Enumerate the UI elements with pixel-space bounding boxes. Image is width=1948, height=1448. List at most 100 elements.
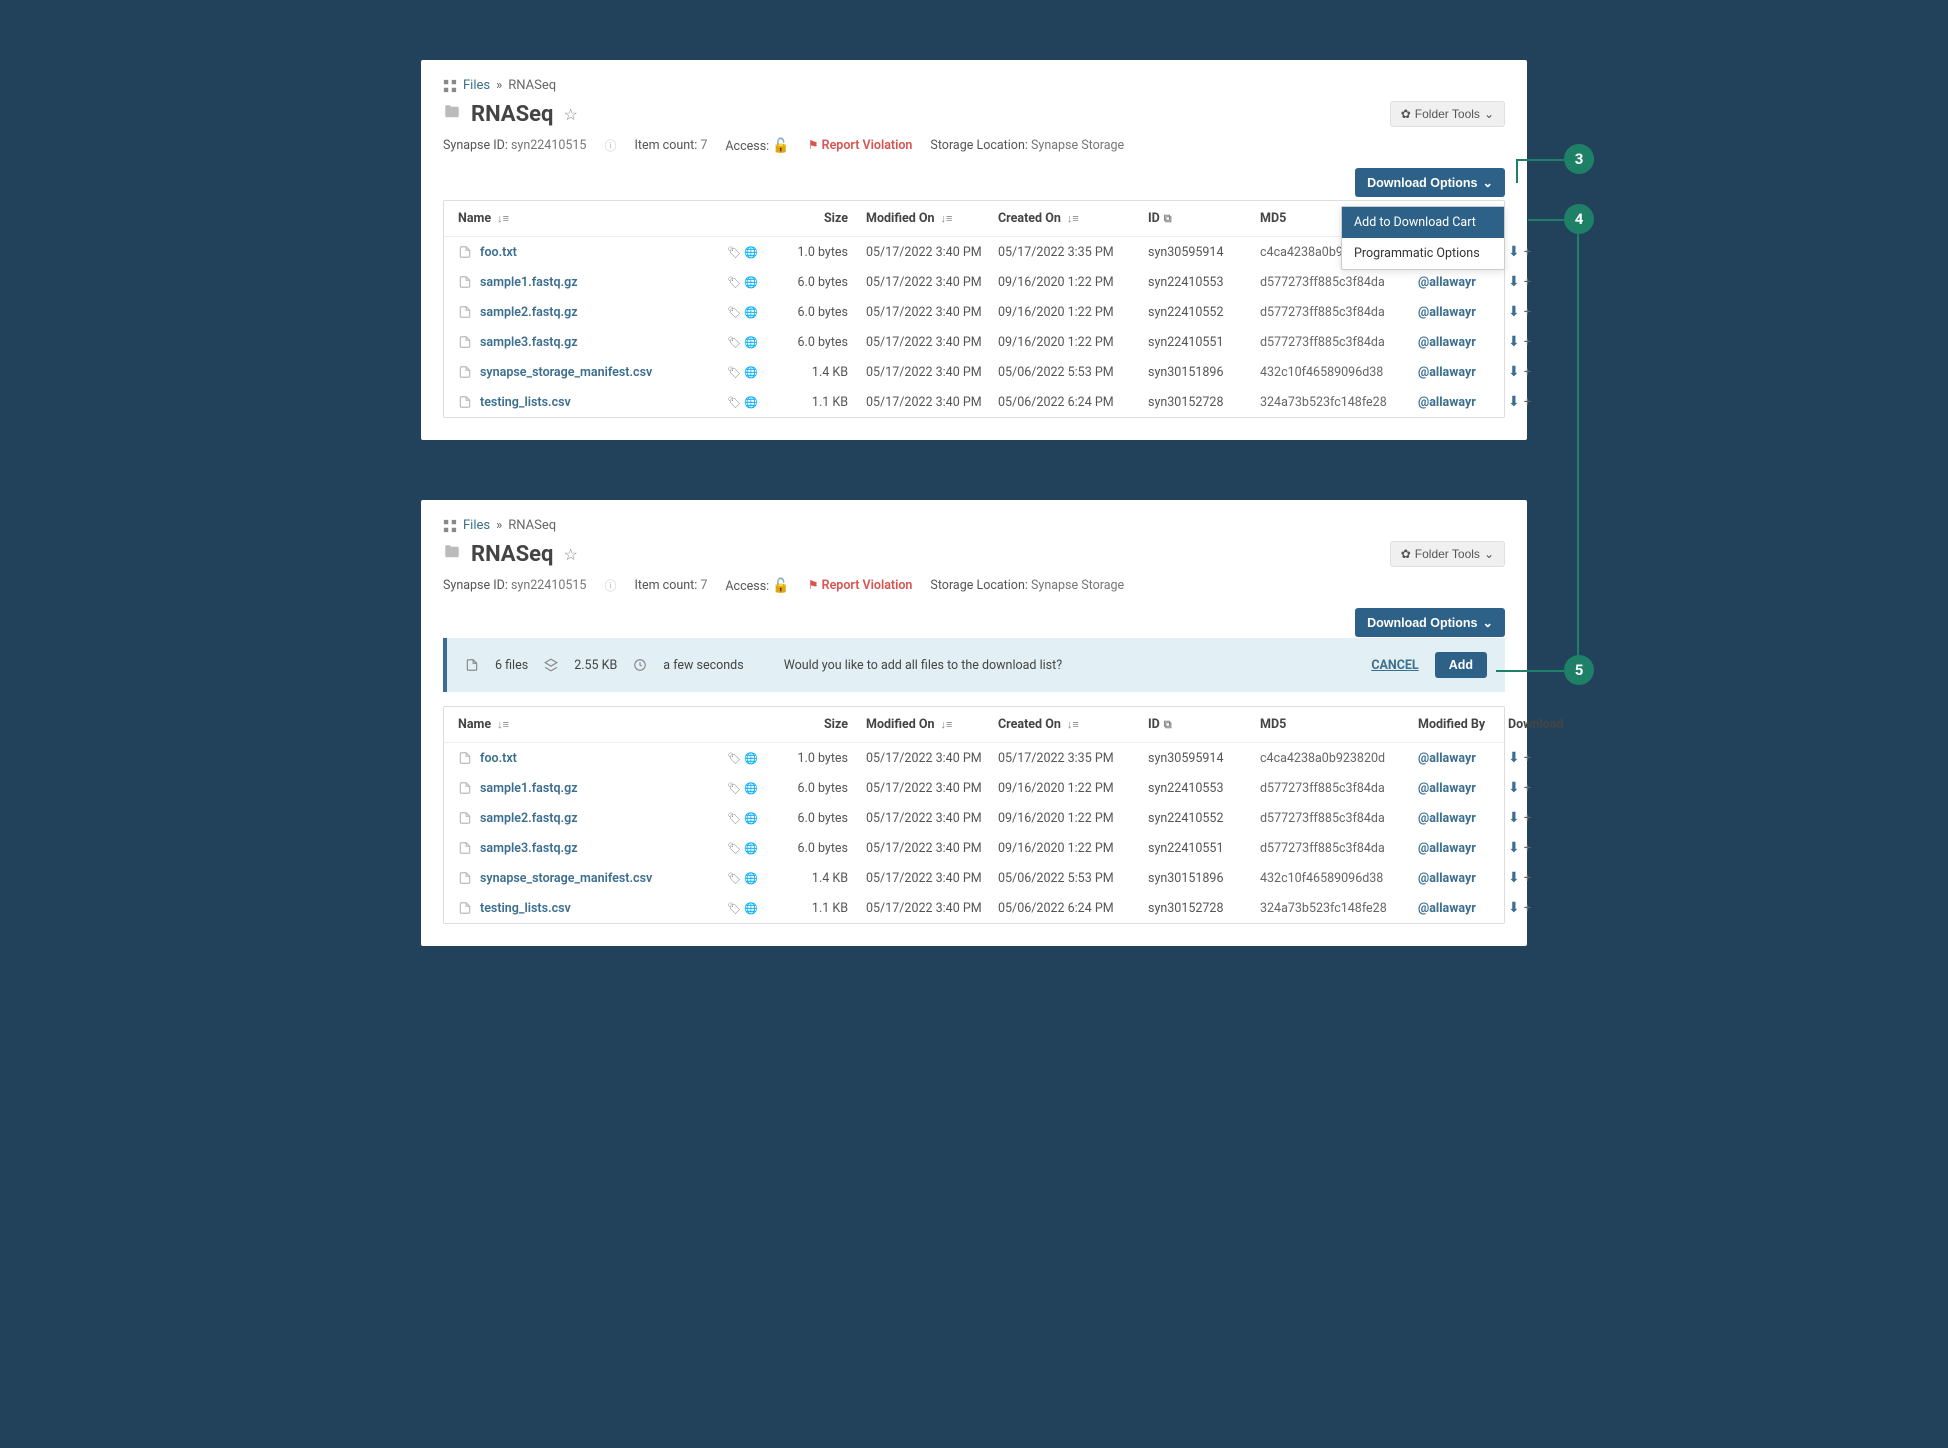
globe-icon[interactable]: 🌐	[744, 812, 758, 825]
user-link[interactable]: @allawayr	[1418, 871, 1476, 886]
file-name-link[interactable]: testing_lists.csv	[480, 395, 571, 410]
globe-icon[interactable]: 🌐	[744, 246, 758, 259]
copy-icon[interactable]: ⧉	[1164, 212, 1172, 226]
sort-icon[interactable]: ↓≡	[941, 212, 953, 225]
file-name-link[interactable]: sample3.fastq.gz	[480, 335, 578, 350]
folder-tools-button[interactable]: ✿ Folder Tools ⌄	[1390, 541, 1505, 567]
add-icon[interactable]: +	[1524, 871, 1531, 886]
file-name-link[interactable]: sample3.fastq.gz	[480, 841, 578, 856]
user-link[interactable]: @allawayr	[1418, 811, 1476, 826]
add-icon[interactable]: +	[1524, 841, 1531, 856]
download-icon[interactable]: ⬇	[1508, 810, 1520, 826]
user-link[interactable]: @allawayr	[1418, 275, 1476, 290]
file-name-link[interactable]: sample1.fastq.gz	[480, 781, 578, 796]
file-name-link[interactable]: testing_lists.csv	[480, 901, 571, 916]
tag-icon[interactable]: 🏷	[727, 336, 741, 349]
breadcrumb-root[interactable]: Files	[463, 78, 490, 93]
download-icon[interactable]: ⬇	[1508, 364, 1520, 380]
breadcrumb-root[interactable]: Files	[463, 518, 490, 533]
add-icon[interactable]: +	[1524, 365, 1531, 380]
file-name-link[interactable]: sample2.fastq.gz	[480, 811, 578, 826]
tag-icon[interactable]: 🏷	[727, 902, 741, 915]
user-link[interactable]: @allawayr	[1418, 305, 1476, 320]
user-link[interactable]: @allawayr	[1418, 751, 1476, 766]
download-options-button[interactable]: Download Options ⌄	[1355, 168, 1505, 197]
user-link[interactable]: @allawayr	[1418, 395, 1476, 410]
download-icon[interactable]: ⬇	[1508, 900, 1520, 916]
dropdown-programmatic[interactable]: Programmatic Options	[1342, 238, 1504, 269]
download-options-button[interactable]: Download Options ⌄	[1355, 608, 1505, 637]
add-icon[interactable]: +	[1524, 811, 1531, 826]
cell-md5: c4ca4238a0b923820d	[1260, 750, 1418, 765]
chevron-down-icon: ⌄	[1484, 107, 1494, 121]
add-icon[interactable]: +	[1524, 781, 1531, 796]
file-name-link[interactable]: sample1.fastq.gz	[480, 275, 578, 290]
favorite-star-icon[interactable]: ☆	[563, 105, 577, 124]
tag-icon[interactable]: 🏷	[727, 366, 741, 379]
globe-icon[interactable]: 🌐	[744, 872, 758, 885]
tag-icon[interactable]: 🏷	[727, 752, 741, 765]
add-icon[interactable]: +	[1524, 751, 1531, 766]
download-icon[interactable]: ⬇	[1508, 750, 1520, 766]
user-link[interactable]: @allawayr	[1418, 365, 1476, 380]
tag-icon[interactable]: 🏷	[727, 396, 741, 409]
tag-icon[interactable]: 🏷	[727, 782, 741, 795]
sort-icon[interactable]: ↓≡	[1067, 718, 1079, 731]
globe-icon[interactable]: 🌐	[744, 842, 758, 855]
globe-icon[interactable]: 🌐	[744, 276, 758, 289]
download-icon[interactable]: ⬇	[1508, 244, 1520, 260]
globe-icon[interactable]: 🌐	[744, 902, 758, 915]
folder-tools-button[interactable]: ✿ Folder Tools ⌄	[1390, 101, 1505, 127]
user-link[interactable]: @allawayr	[1418, 841, 1476, 856]
download-icon[interactable]: ⬇	[1508, 870, 1520, 886]
tag-icon[interactable]: 🏷	[727, 246, 741, 259]
file-name-link[interactable]: synapse_storage_manifest.csv	[480, 871, 652, 886]
globe-icon[interactable]: 🌐	[744, 306, 758, 319]
add-icon[interactable]: +	[1524, 245, 1531, 260]
info-icon[interactable]: ⓘ	[604, 137, 616, 154]
cell-id: syn22410551	[1148, 335, 1260, 350]
add-icon[interactable]: +	[1524, 335, 1531, 350]
file-name-link[interactable]: synapse_storage_manifest.csv	[480, 365, 652, 380]
dropdown-add-to-cart[interactable]: Add to Download Cart	[1342, 207, 1504, 238]
download-icon[interactable]: ⬇	[1508, 840, 1520, 856]
download-icon[interactable]: ⬇	[1508, 780, 1520, 796]
report-violation-link[interactable]: Report Violation	[822, 578, 913, 593]
add-icon[interactable]: +	[1524, 275, 1531, 290]
globe-icon[interactable]: 🌐	[744, 396, 758, 409]
file-name-link[interactable]: sample2.fastq.gz	[480, 305, 578, 320]
tag-icon[interactable]: 🏷	[727, 842, 741, 855]
download-icon[interactable]: ⬇	[1508, 304, 1520, 320]
user-link[interactable]: @allawayr	[1418, 335, 1476, 350]
sort-icon[interactable]: ↓≡	[497, 718, 509, 731]
cell-id: syn22410552	[1148, 811, 1260, 826]
globe-icon[interactable]: 🌐	[744, 366, 758, 379]
file-name-link[interactable]: foo.txt	[480, 245, 517, 260]
confirm-cancel-link[interactable]: CANCEL	[1371, 658, 1418, 673]
tag-icon[interactable]: 🏷	[727, 306, 741, 319]
globe-icon[interactable]: 🌐	[744, 752, 758, 765]
add-icon[interactable]: +	[1524, 305, 1531, 320]
globe-icon[interactable]: 🌐	[744, 336, 758, 349]
tag-icon[interactable]: 🏷	[727, 812, 741, 825]
add-icon[interactable]: +	[1524, 395, 1531, 410]
download-icon[interactable]: ⬇	[1508, 394, 1520, 410]
file-name-link[interactable]: foo.txt	[480, 751, 517, 766]
user-link[interactable]: @allawayr	[1418, 781, 1476, 796]
report-violation-link[interactable]: Report Violation	[822, 138, 913, 153]
tag-icon[interactable]: 🏷	[727, 276, 741, 289]
cell-md5: d577273ff885c3f84da	[1260, 304, 1418, 319]
download-icon[interactable]: ⬇	[1508, 274, 1520, 290]
tag-icon[interactable]: 🏷	[727, 872, 741, 885]
info-icon[interactable]: ⓘ	[604, 577, 616, 594]
add-icon[interactable]: +	[1524, 901, 1531, 916]
favorite-star-icon[interactable]: ☆	[563, 545, 577, 564]
sort-icon[interactable]: ↓≡	[941, 718, 953, 731]
copy-icon[interactable]: ⧉	[1164, 718, 1172, 732]
user-link[interactable]: @allawayr	[1418, 901, 1476, 916]
sort-icon[interactable]: ↓≡	[1067, 212, 1079, 225]
confirm-add-button[interactable]: Add	[1435, 652, 1487, 678]
globe-icon[interactable]: 🌐	[744, 782, 758, 795]
sort-icon[interactable]: ↓≡	[497, 212, 509, 225]
download-icon[interactable]: ⬇	[1508, 334, 1520, 350]
